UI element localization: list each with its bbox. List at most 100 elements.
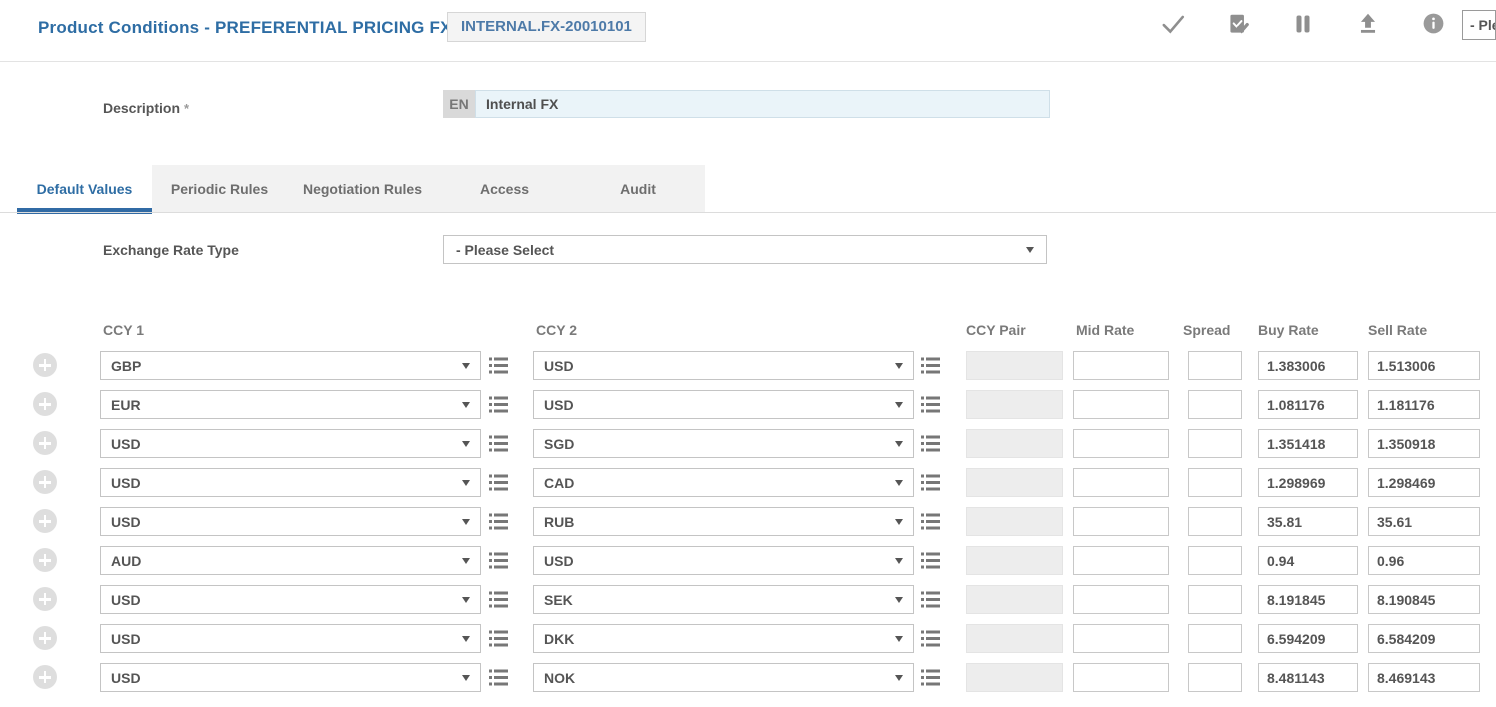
lookup-list-icon[interactable] — [920, 473, 941, 492]
exchange-rate-type-select[interactable]: - Please Select — [443, 235, 1047, 264]
ccy-pair-field — [966, 390, 1063, 419]
sell-rate-input[interactable] — [1368, 429, 1480, 458]
spread-input[interactable] — [1188, 546, 1242, 575]
ccy1-select[interactable]: USD — [100, 663, 481, 692]
ccy1-select[interactable]: USD — [100, 468, 481, 497]
lookup-list-icon[interactable] — [920, 434, 941, 453]
ccy1-select[interactable]: USD — [100, 585, 481, 614]
lookup-list-icon[interactable] — [920, 512, 941, 531]
language-badge: EN — [443, 90, 475, 118]
description-input[interactable] — [475, 90, 1050, 118]
lookup-list-icon[interactable] — [920, 356, 941, 375]
tab-default-values[interactable]: Default Values — [17, 165, 152, 213]
buy-rate-input[interactable] — [1258, 351, 1358, 380]
buy-rate-input[interactable] — [1258, 546, 1358, 575]
add-row-button[interactable] — [33, 509, 57, 533]
add-row-button[interactable] — [33, 392, 57, 416]
ccy2-select[interactable]: SGD — [533, 429, 914, 458]
ccy2-select[interactable]: SEK — [533, 585, 914, 614]
ccy1-select[interactable]: USD — [100, 507, 481, 536]
spread-input[interactable] — [1188, 429, 1242, 458]
lookup-list-icon[interactable] — [488, 629, 509, 648]
spread-input[interactable] — [1188, 663, 1242, 692]
mid-rate-input[interactable] — [1073, 624, 1169, 653]
add-row-button[interactable] — [33, 665, 57, 689]
lookup-list-icon[interactable] — [488, 551, 509, 570]
spread-input[interactable] — [1188, 351, 1242, 380]
lookup-list-icon[interactable] — [488, 395, 509, 414]
upload-button[interactable] — [1355, 12, 1381, 38]
tab-audit[interactable]: Audit — [571, 165, 705, 213]
ccy2-select[interactable]: RUB — [533, 507, 914, 536]
pause-button[interactable] — [1290, 12, 1316, 38]
ccy2-select[interactable]: DKK — [533, 624, 914, 653]
mid-rate-input[interactable] — [1073, 546, 1169, 575]
ccy1-select[interactable]: USD — [100, 624, 481, 653]
add-row-button[interactable] — [33, 587, 57, 611]
lookup-list-icon[interactable] — [488, 590, 509, 609]
tab-access[interactable]: Access — [438, 165, 571, 213]
add-row-button[interactable] — [33, 431, 57, 455]
sell-rate-input[interactable] — [1368, 468, 1480, 497]
sell-rate-input[interactable] — [1368, 585, 1480, 614]
mid-rate-input[interactable] — [1073, 468, 1169, 497]
lookup-list-icon[interactable] — [488, 512, 509, 531]
mid-rate-input[interactable] — [1073, 351, 1169, 380]
lookup-list-icon[interactable] — [920, 668, 941, 687]
lookup-list-icon[interactable] — [488, 668, 509, 687]
mid-rate-input[interactable] — [1073, 585, 1169, 614]
lookup-list-icon[interactable] — [920, 395, 941, 414]
info-button[interactable] — [1420, 12, 1446, 38]
spread-input[interactable] — [1188, 585, 1242, 614]
buy-rate-input[interactable] — [1258, 468, 1358, 497]
mid-rate-input[interactable] — [1073, 390, 1169, 419]
sell-rate-input[interactable] — [1368, 390, 1480, 419]
buy-rate-input[interactable] — [1258, 390, 1358, 419]
ccy2-select[interactable]: USD — [533, 351, 914, 380]
spread-input[interactable] — [1188, 390, 1242, 419]
lookup-list-icon[interactable] — [488, 434, 509, 453]
ccy1-select[interactable]: EUR — [100, 390, 481, 419]
ccy1-select[interactable]: GBP — [100, 351, 481, 380]
confirm-check-button[interactable] — [1160, 12, 1186, 38]
status-select-clipped[interactable]: - Ple — [1462, 10, 1496, 40]
buy-rate-input[interactable] — [1258, 507, 1358, 536]
add-row-button[interactable] — [33, 353, 57, 377]
sell-rate-input[interactable] — [1368, 624, 1480, 653]
spread-input[interactable] — [1188, 468, 1242, 497]
buy-rate-input[interactable] — [1258, 663, 1358, 692]
lookup-list-icon[interactable] — [920, 551, 941, 570]
lookup-list-icon[interactable] — [920, 590, 941, 609]
approve-document-button[interactable] — [1225, 12, 1251, 38]
lookup-list-icon[interactable] — [920, 629, 941, 648]
lookup-list-icon[interactable] — [488, 473, 509, 492]
mid-rate-input[interactable] — [1073, 429, 1169, 458]
mid-rate-input[interactable] — [1073, 663, 1169, 692]
tab-label: Audit — [620, 181, 656, 197]
add-row-button[interactable] — [33, 548, 57, 572]
ccy2-select[interactable]: NOK — [533, 663, 914, 692]
table-row: USD SGD — [0, 429, 1496, 458]
ccy1-value: EUR — [111, 397, 462, 413]
mid-rate-input[interactable] — [1073, 507, 1169, 536]
spread-input[interactable] — [1188, 624, 1242, 653]
sell-rate-input[interactable] — [1368, 351, 1480, 380]
tab-negotiation-rules[interactable]: Negotiation Rules — [287, 165, 438, 213]
ccy2-select[interactable]: CAD — [533, 468, 914, 497]
lookup-list-icon[interactable] — [488, 356, 509, 375]
ccy2-select[interactable]: USD — [533, 390, 914, 419]
buy-rate-input[interactable] — [1258, 624, 1358, 653]
chevron-down-icon — [462, 441, 470, 447]
sell-rate-input[interactable] — [1368, 663, 1480, 692]
spread-input[interactable] — [1188, 507, 1242, 536]
add-row-button[interactable] — [33, 470, 57, 494]
ccy1-select[interactable]: AUD — [100, 546, 481, 575]
buy-rate-input[interactable] — [1258, 429, 1358, 458]
buy-rate-input[interactable] — [1258, 585, 1358, 614]
sell-rate-input[interactable] — [1368, 507, 1480, 536]
ccy1-select[interactable]: USD — [100, 429, 481, 458]
tab-periodic-rules[interactable]: Periodic Rules — [152, 165, 287, 213]
ccy2-select[interactable]: USD — [533, 546, 914, 575]
add-row-button[interactable] — [33, 626, 57, 650]
sell-rate-input[interactable] — [1368, 546, 1480, 575]
